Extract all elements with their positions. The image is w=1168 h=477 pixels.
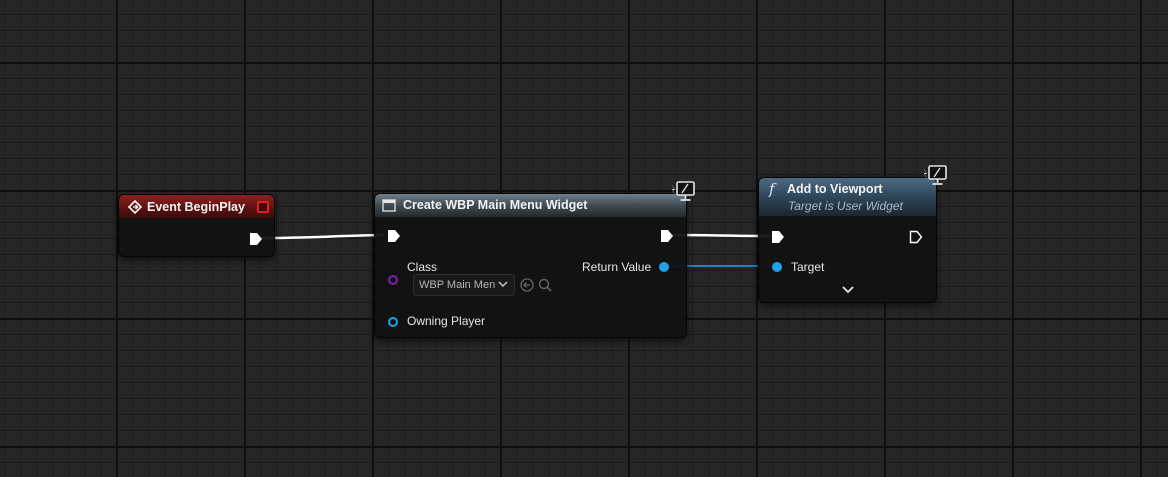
- browse-asset-search-icon[interactable]: [537, 277, 553, 293]
- exec-in-pin[interactable]: [387, 229, 401, 243]
- use-selected-asset-icon[interactable]: [519, 277, 535, 293]
- return-value-label: Return Value: [582, 260, 652, 274]
- class-label: Class: [407, 260, 438, 274]
- function-icon: f: [769, 180, 775, 198]
- exec-wire-beginplay-to-create[interactable]: [261, 233, 386, 240]
- exec-out-pin[interactable]: [660, 229, 674, 243]
- class-select-value: WBP Main Men: [419, 279, 496, 291]
- event-beginplay-title: Event BeginPlay: [147, 200, 245, 214]
- create-widget-node[interactable]: Create WBP Main Menu Widget Class WBP Ma…: [374, 193, 687, 338]
- class-pin[interactable]: [388, 275, 398, 285]
- owning-player-label: Owning Player: [407, 314, 486, 328]
- add-to-viewport-node[interactable]: f Add to Viewport Target is User Widget …: [758, 177, 937, 303]
- target-pin[interactable]: [772, 262, 782, 272]
- chevron-down-icon: [498, 281, 508, 288]
- target-label: Target: [791, 260, 825, 274]
- expand-chevron-icon[interactable]: [841, 285, 855, 295]
- event-beginplay-node[interactable]: Event BeginPlay: [118, 194, 275, 257]
- delegate-pin-icon[interactable]: [257, 201, 269, 213]
- owning-player-pin[interactable]: [388, 317, 398, 327]
- client-only-monitor-icon: [671, 181, 695, 201]
- add-to-viewport-subtitle: Target is User Widget: [788, 199, 903, 213]
- return-value-pin[interactable]: [659, 262, 669, 272]
- client-only-monitor-icon: [923, 165, 947, 185]
- create-widget-title: Create WBP Main Menu Widget: [403, 198, 588, 212]
- create-widget-header[interactable]: Create WBP Main Menu Widget: [375, 194, 686, 217]
- event-beginplay-header[interactable]: Event BeginPlay: [119, 195, 274, 218]
- event-diamond-icon: [128, 200, 142, 214]
- add-to-viewport-header[interactable]: f Add to Viewport Target is User Widget: [759, 178, 936, 216]
- add-to-viewport-title: Add to Viewport: [787, 182, 883, 196]
- class-select[interactable]: WBP Main Men: [413, 274, 515, 296]
- exec-out-pin[interactable]: [909, 230, 923, 244]
- widget-window-icon: [382, 199, 396, 212]
- exec-out-pin[interactable]: [249, 232, 263, 246]
- exec-in-pin[interactable]: [771, 230, 785, 244]
